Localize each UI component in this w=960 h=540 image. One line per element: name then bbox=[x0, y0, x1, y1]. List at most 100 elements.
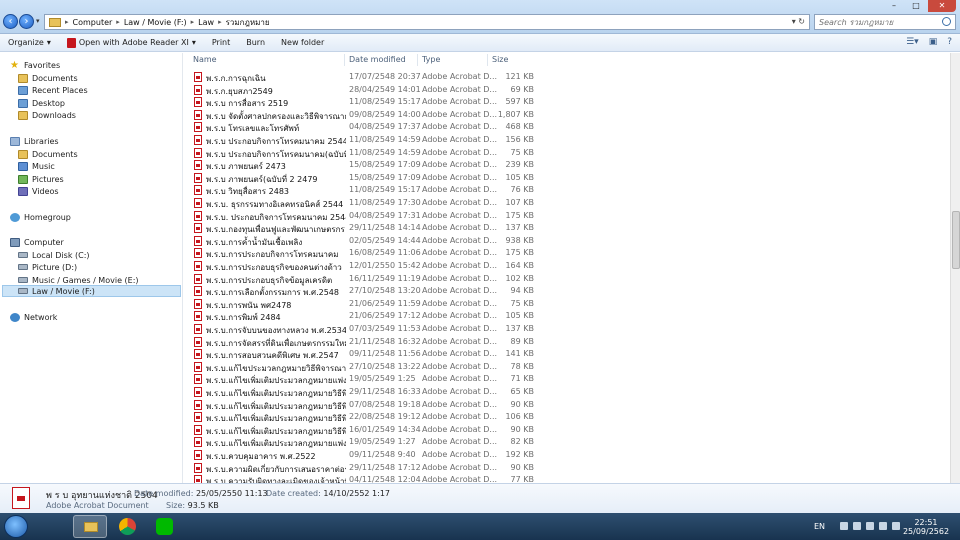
table-row[interactable]: พ.ร.บ.แก้ไขเพิ่มเติมประมวลกฎหมายวิธีพิจา… bbox=[184, 411, 950, 423]
sidebar-item-desktop[interactable]: Desktop bbox=[18, 97, 65, 109]
column-header-size[interactable]: Size bbox=[492, 55, 508, 64]
sidebar-item-documents[interactable]: Documents bbox=[18, 72, 78, 84]
burn-button[interactable]: Burn bbox=[246, 38, 265, 47]
sidebar-item-lib-documents[interactable]: Documents bbox=[18, 148, 78, 160]
start-button[interactable] bbox=[4, 515, 28, 538]
maximize-icon[interactable]: □ bbox=[906, 0, 926, 12]
flag-icon[interactable] bbox=[853, 522, 861, 530]
chevron-right-icon[interactable]: ▸ bbox=[65, 18, 69, 26]
table-row[interactable]: พ.ร.บ ประกอบกิจการโทรคมนาคม(ฉบับที่2) 2.… bbox=[184, 147, 950, 159]
sidebar-item-videos[interactable]: Videos bbox=[18, 185, 59, 197]
table-row[interactable]: พ.ร.ก.การฉุกเฉิน 17/07/2548 20:37 Adobe Ac… bbox=[184, 71, 950, 83]
show-hidden-icons-icon[interactable] bbox=[840, 522, 848, 530]
open-with-button[interactable]: Open with Adobe Reader XI ▾ bbox=[66, 37, 196, 48]
line-tray-icon[interactable] bbox=[892, 522, 900, 530]
scrollbar-thumb[interactable] bbox=[952, 211, 960, 269]
column-divider[interactable] bbox=[487, 54, 488, 66]
table-row[interactable]: พ.ร.บ.แก้ไขประมวลกฎหมายวิธีพิจารณาความอ.… bbox=[184, 361, 950, 373]
sidebar-item-downloads[interactable]: Downloads bbox=[18, 109, 76, 121]
sidebar-network[interactable]: Network bbox=[10, 311, 57, 323]
search-box[interactable] bbox=[814, 14, 956, 30]
table-row[interactable]: พ.ร.บ.การจัดสรรที่ดินเพื่อเกษตรกรรมใหม่ 2… bbox=[184, 336, 950, 348]
table-row[interactable]: พ.ร.บ ภาพยนตร์(ฉบับที่ 2 2479 15/08/2549 … bbox=[184, 172, 950, 184]
breadcrumb-current-folder[interactable]: รวมกฎหมาย bbox=[226, 16, 270, 29]
network-tray-icon[interactable] bbox=[866, 522, 874, 530]
table-row[interactable]: พ.ร.บ.การจับบนของทางหลวง พ.ศ.2534 07/03/2… bbox=[184, 323, 950, 335]
column-divider[interactable] bbox=[344, 54, 345, 66]
language-indicator[interactable]: EN bbox=[814, 522, 825, 531]
view-options-icon[interactable]: ☰▾ bbox=[906, 37, 919, 47]
chevron-right-icon[interactable]: ▸ bbox=[218, 18, 222, 26]
table-row[interactable]: พ.ร.บ.การเลือกตั้งกรรมการ พ.ศ.2548 27/10/… bbox=[184, 285, 950, 297]
table-row[interactable]: พ.ร.บ โทรเลขและโทรศัพท์ 04/08/2549 17:37 A… bbox=[184, 121, 950, 133]
help-icon[interactable]: ? bbox=[947, 37, 952, 47]
address-field[interactable]: ▸ Computer ▸ Law / Movie (F:) ▸ Law ▸ รว… bbox=[44, 14, 810, 30]
table-row[interactable]: พ.ร.บ.แก้ไขเพิ่มเติมประมวลกฎหมายแพ่ง (ล.… bbox=[184, 373, 950, 385]
taskbar-explorer[interactable] bbox=[73, 515, 107, 538]
sidebar-favorites[interactable]: ★ Favorites bbox=[10, 59, 60, 71]
sidebar-item-drive-c[interactable]: Local Disk (C:) bbox=[18, 249, 90, 261]
sidebar-item-recent-places[interactable]: Recent Places bbox=[18, 84, 88, 96]
table-row[interactable]: พ.ร.บ.การค้ำน้ำมันเชื้อเพลิง 02/05/2549 1… bbox=[184, 235, 950, 247]
size-info: Size: 93.5 KB bbox=[166, 501, 219, 510]
forward-arrow-icon[interactable]: › bbox=[19, 14, 34, 29]
search-input[interactable] bbox=[815, 15, 937, 29]
back-arrow-icon[interactable]: ‹ bbox=[3, 14, 18, 29]
column-header-name[interactable]: Name bbox=[193, 55, 217, 64]
table-row[interactable]: พ.ร.บ ภาพยนตร์ 2473 15/08/2549 17:09 Adobe… bbox=[184, 159, 950, 171]
sidebar-libraries[interactable]: Libraries bbox=[10, 135, 59, 147]
recent-pages-chevron-icon[interactable]: ▾ bbox=[36, 17, 40, 25]
table-row[interactable]: พ.ร.บ การสื่อสาร 2519 11/08/2549 15:17 Ado… bbox=[184, 96, 950, 108]
taskbar-chrome[interactable] bbox=[111, 515, 145, 538]
column-header-date[interactable]: Date modified bbox=[349, 55, 406, 64]
table-row[interactable]: พ.ร.บ.การประกอบธุรกิจของคนต่างด้าว 12/01/… bbox=[184, 260, 950, 272]
table-row[interactable]: พ.ร.บ.ควบคุมอาคาร พ.ศ.2522 09/11/2548 9:4… bbox=[184, 449, 950, 461]
table-row[interactable]: พ.ร.บ.การพนัน พศ2478 21/06/2549 11:59 Adob… bbox=[184, 298, 950, 310]
table-row[interactable]: พ.ร.บ.การสอบสวนคดีพิเศษ พ.ศ.2547 09/11/25… bbox=[184, 348, 950, 360]
table-row[interactable]: พ.ร.บ ประกอบกิจการโทรคมนาคม 2544 11/08/25… bbox=[184, 134, 950, 146]
table-row[interactable]: พ.ร.บ.การพิมพ์ 2484 21/06/2549 17:12 Adobe… bbox=[184, 310, 950, 322]
table-row[interactable]: พ.ร.บ. ธุรกรรมทางอิเลคทรอนิคส์ 2544 11/08… bbox=[184, 197, 950, 209]
pdf-file-icon bbox=[194, 235, 202, 246]
table-row[interactable]: พ.ร.บ.แก้ไขเพิ่มเติมประมวลกฎหมายวิธีพิจา… bbox=[184, 386, 950, 398]
breadcrumb-computer[interactable]: Computer bbox=[73, 18, 113, 27]
column-divider[interactable] bbox=[417, 54, 418, 66]
clock[interactable]: 22:51 25/09/2562 bbox=[902, 518, 950, 536]
minimize-icon[interactable]: – bbox=[884, 0, 904, 12]
sidebar-item-drive-d[interactable]: Picture (D:) bbox=[18, 261, 77, 273]
table-row[interactable]: พ.ร.บ จัดตั้งศาลปกครองและวิธีพิจารณาการป… bbox=[184, 109, 950, 121]
sidebar-item-drive-f[interactable]: Law / Movie (F:) bbox=[2, 285, 181, 297]
table-row[interactable]: พ.ร.ก.ยุบสภา2549 28/04/2549 14:01 Adobe Ac… bbox=[184, 84, 950, 96]
sidebar-computer[interactable]: Computer bbox=[10, 236, 64, 248]
column-header-type[interactable]: Type bbox=[422, 55, 440, 64]
sidebar-homegroup[interactable]: Homegroup bbox=[10, 211, 71, 223]
sidebar-item-music[interactable]: Music bbox=[18, 160, 55, 172]
taskbar-line[interactable] bbox=[148, 515, 182, 538]
table-row[interactable]: พ.ร.บ.การประกอบธุรกิจข้อมูลเครดิต 16/11/2… bbox=[184, 273, 950, 285]
refresh-icon[interactable]: ▾ ↻ bbox=[792, 17, 805, 26]
table-row[interactable]: พ.ร.บ.ความรับผิดทางละเมิดของเจ้าหน้าที่ … bbox=[184, 474, 950, 483]
print-button[interactable]: Print bbox=[212, 38, 230, 47]
table-row[interactable]: พ.ร.บ.ความผิดเกี่ยวกับการเสนอราคาต่อรัฐ2… bbox=[184, 462, 950, 474]
chevron-right-icon[interactable]: ▸ bbox=[191, 18, 195, 26]
vertical-scrollbar[interactable] bbox=[950, 53, 960, 483]
new-folder-button[interactable]: New folder bbox=[281, 38, 324, 47]
breadcrumb-law[interactable]: Law bbox=[198, 18, 214, 27]
table-row[interactable]: พ.ร.บ วิทยุสื่อสาร 2483 11/08/2549 15:17 A… bbox=[184, 184, 950, 196]
organize-button[interactable]: Organize ▾ bbox=[8, 38, 51, 47]
table-row[interactable]: พ.ร.บ.แก้ไขเพิ่มเติมประมวลกฎหมายวิธีพิจา… bbox=[184, 424, 950, 436]
table-row[interactable]: พ.ร.บ. ประกอบกิจการโทรคมนาคม 2544 04/08/2… bbox=[184, 210, 950, 222]
table-row[interactable]: พ.ร.บ.การประกอบกิจการโทรคมนาคม 16/08/2549… bbox=[184, 247, 950, 259]
preview-pane-icon[interactable]: ▣ bbox=[929, 37, 938, 47]
table-row[interactable]: พ.ร.บ.แก้ไขเพิ่มเติมประมวลกฎหมายแพ่ง (ล.… bbox=[184, 436, 950, 448]
close-icon[interactable]: ✕ bbox=[928, 0, 956, 12]
table-row[interactable]: พ.ร.บ.แก้ไขเพิ่มเติมประมวลกฎหมายวิธีพิจา… bbox=[184, 399, 950, 411]
file-date-modified: 04/11/2548 12:04 bbox=[349, 475, 421, 483]
table-row[interactable]: พ.ร.บ.กองทุนเพื่อนฟูและพัฒนาเกษตรกร 29/11… bbox=[184, 222, 950, 234]
file-size: 65 KB bbox=[510, 387, 534, 396]
breadcrumb-drive[interactable]: Law / Movie (F:) bbox=[124, 18, 187, 27]
chevron-right-icon[interactable]: ▸ bbox=[116, 18, 120, 26]
volume-icon[interactable] bbox=[879, 522, 887, 530]
search-icon[interactable] bbox=[942, 17, 951, 26]
sidebar-item-pictures[interactable]: Pictures bbox=[18, 173, 64, 185]
